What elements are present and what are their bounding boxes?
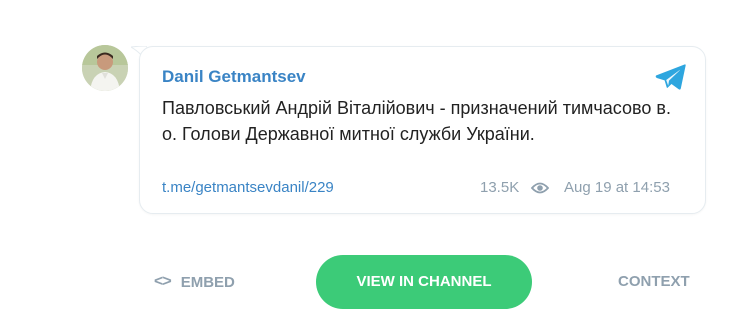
- post-link[interactable]: t.me/getmantsevdanil/229: [162, 179, 334, 196]
- eye-icon: [531, 182, 549, 194]
- view-count: 13.5K: [480, 179, 520, 196]
- embed-label: EMBED: [180, 273, 235, 291]
- message-footer: t.me/getmantsevdanil/229 13.5K Aug 19 at…: [162, 179, 685, 199]
- telegram-post-widget: Danil Getmantsev Павловський Андрій Віта…: [0, 0, 754, 331]
- context-button[interactable]: CONTEXT: [618, 273, 690, 290]
- telegram-icon[interactable]: [655, 63, 687, 91]
- post-date[interactable]: Aug 19 at 14:53: [564, 179, 670, 196]
- author-name[interactable]: Danil Getmantsev: [162, 67, 306, 87]
- code-icon: <>: [154, 273, 172, 290]
- action-bar: <> EMBED VIEW IN CHANNEL CONTEXT: [0, 254, 754, 310]
- author-avatar[interactable]: [82, 45, 128, 91]
- message-text: Павловський Андрій Віталійович - признач…: [162, 98, 671, 144]
- embed-button[interactable]: <> EMBED: [154, 273, 235, 291]
- view-in-channel-button[interactable]: VIEW IN CHANNEL: [316, 255, 532, 309]
- message-bubble: Danil Getmantsev Павловський Андрій Віта…: [139, 46, 706, 214]
